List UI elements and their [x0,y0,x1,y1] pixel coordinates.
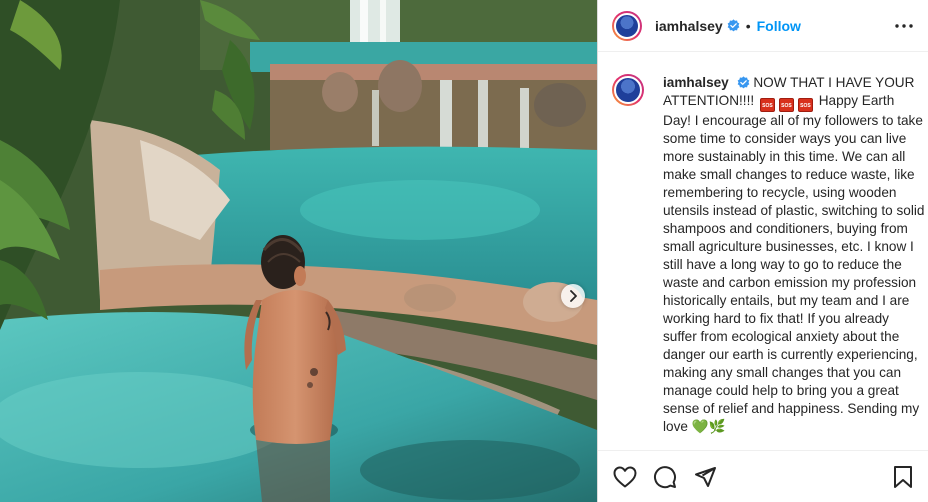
post-side-panel: iamhalsey • Follow iamhalsey NOW THAT I … [597,0,928,502]
more-options-icon [895,24,913,28]
instagram-post: iamhalsey • Follow iamhalsey NOW THAT I … [0,0,928,502]
share-paper-plane-icon [695,466,716,487]
photo-scene [0,0,597,502]
author-username[interactable]: iamhalsey [655,18,723,34]
save-button[interactable] [890,464,916,490]
separator-dot: • [745,17,751,34]
post-photo[interactable] [0,0,597,502]
like-button[interactable] [612,464,638,490]
caption-username[interactable]: iamhalsey [663,75,729,90]
carousel-next-button[interactable] [561,284,585,308]
sos-emoji: SOS [797,98,813,112]
caption-avatar[interactable] [612,74,644,106]
more-options-button[interactable] [894,16,914,36]
sos-emoji: SOS [759,98,775,112]
comments-scroll-area[interactable]: iamhalsey NOW THAT I HAVE YOUR ATTENTION… [598,58,928,452]
sos-emoji: SOS [778,98,794,112]
caption: iamhalsey NOW THAT I HAVE YOUR ATTENTION… [598,58,928,436]
post-header: iamhalsey • Follow [598,0,928,52]
verified-badge-icon [727,19,740,32]
caption-text: iamhalsey NOW THAT I HAVE YOUR ATTENTION… [663,74,925,436]
chevron-right-icon [570,290,577,302]
verified-badge-icon [737,76,749,89]
follow-button[interactable]: Follow [757,18,801,34]
comment-icon [654,465,676,488]
caption-part-2: Happy Earth Day! I encourage all of my f… [663,93,925,434]
caption-trailing-emoji: 💚🌿 [691,419,726,434]
share-button[interactable] [692,464,718,490]
post-action-bar [598,450,928,502]
avatar[interactable] [612,10,642,41]
comment-button[interactable] [652,464,678,490]
bookmark-icon [894,466,912,488]
heart-icon [613,466,637,487]
